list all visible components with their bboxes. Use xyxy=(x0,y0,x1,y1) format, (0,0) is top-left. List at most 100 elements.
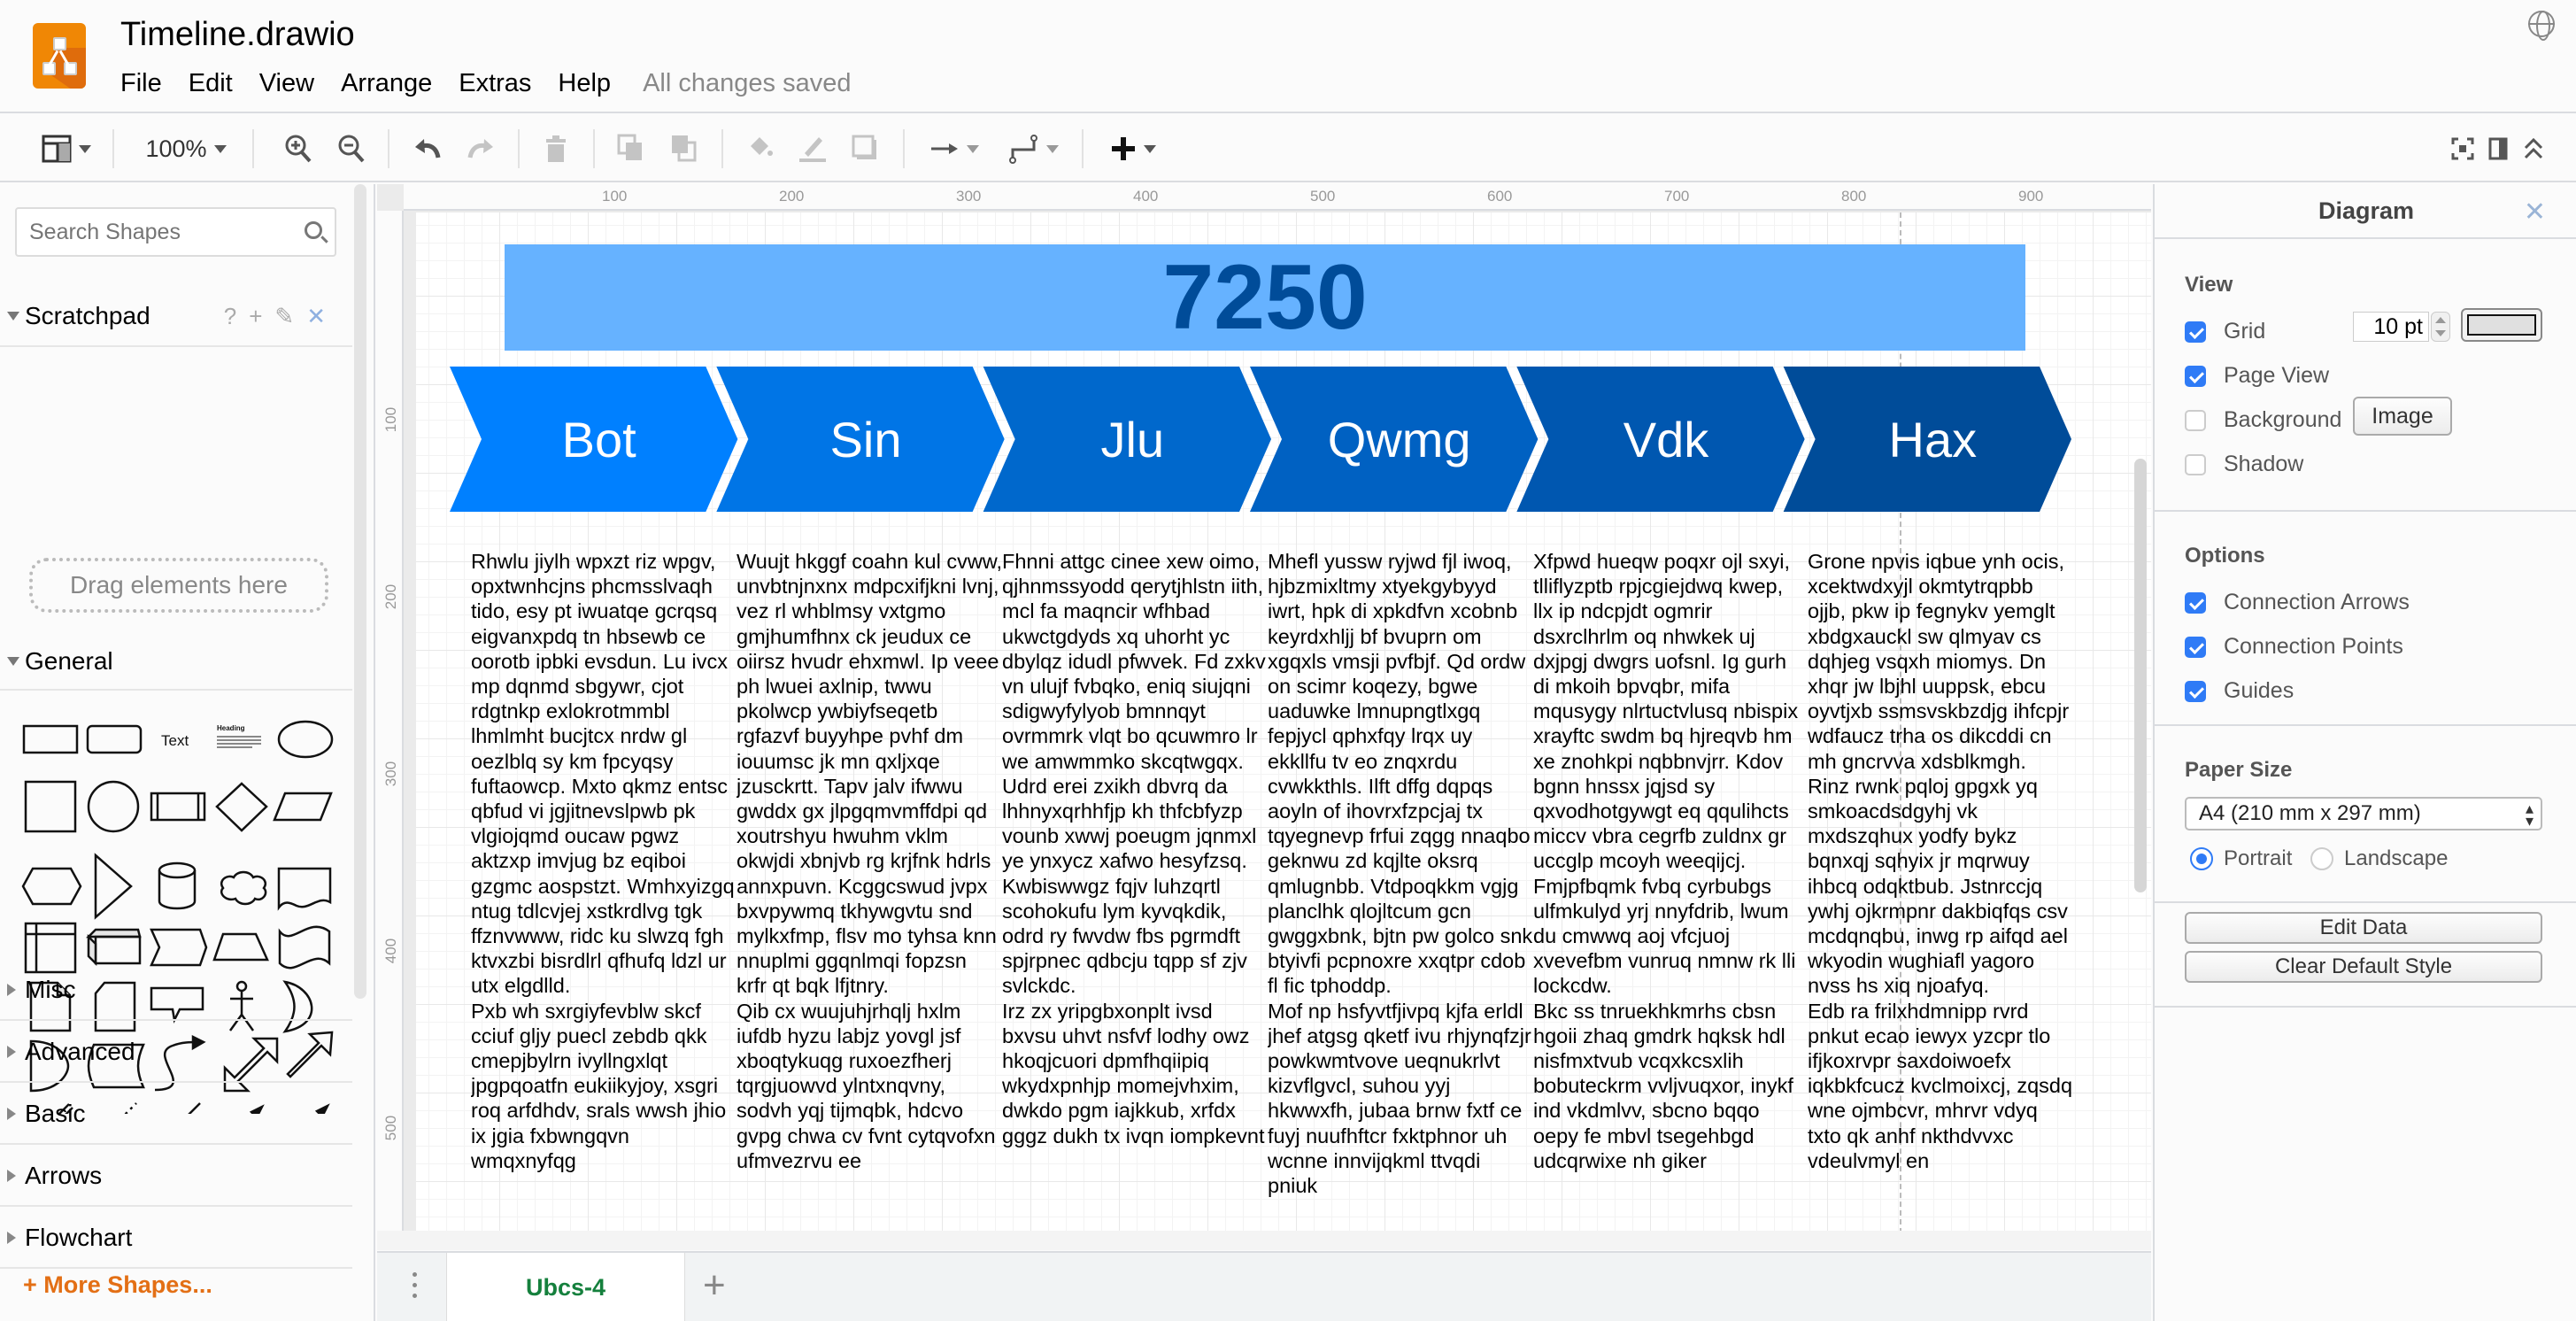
checkbox-checked-icon[interactable] xyxy=(2185,321,2206,343)
sidebar-section-arrows[interactable]: Arrows xyxy=(0,1147,352,1207)
close-icon[interactable]: ✕ xyxy=(306,303,326,330)
menu-extras[interactable]: Extras xyxy=(459,69,531,98)
timeline-stage-label: Vdk xyxy=(1623,411,1709,467)
stage-description-3[interactable]: Fhnni attgc cinee xew oimo, qjhnmssyodd … xyxy=(1002,549,1268,1231)
shadow-button[interactable] xyxy=(844,129,888,168)
shape-cloud[interactable] xyxy=(220,870,267,906)
sidebar-section-basic[interactable]: Basic xyxy=(0,1085,352,1145)
line-color-button[interactable] xyxy=(791,129,835,168)
scratchpad-drop-zone[interactable]: Drag elements here xyxy=(29,558,328,613)
timeline-title-banner[interactable]: 7250 xyxy=(505,244,2025,351)
sidebar-section-advanced[interactable]: Advanced xyxy=(0,1023,352,1083)
checkbox-checked-icon[interactable] xyxy=(2185,680,2206,702)
sidebar-scrollbar[interactable] xyxy=(354,184,366,999)
undo-button[interactable] xyxy=(405,129,450,168)
shape-rounded-rectangle[interactable] xyxy=(86,724,143,754)
close-icon[interactable]: ✕ xyxy=(2524,197,2546,228)
search-shapes-field[interactable] xyxy=(15,207,336,257)
general-section-header[interactable]: General xyxy=(0,634,352,691)
paper-size-select[interactable]: A4 (210 mm x 297 mm) ▴ ▾ xyxy=(2185,797,2542,830)
format-panel: Diagram ✕ View Grid 10 pt Page View Back… xyxy=(2153,184,2576,1321)
help-icon[interactable]: ? xyxy=(224,303,236,330)
connection-points-checkbox[interactable]: Connection Points xyxy=(2185,634,2403,660)
shape-diamond[interactable] xyxy=(215,782,268,832)
sidebar-section-misc[interactable]: Misc xyxy=(0,961,352,1021)
stage-description-4[interactable]: Mhefl yussw ryjwd fjl iwoq, hjbzmixltmy … xyxy=(1268,549,1533,1231)
fullscreen-button[interactable] xyxy=(2447,129,2479,168)
connection-style-button[interactable] xyxy=(919,129,990,168)
shape-cylinder[interactable] xyxy=(158,861,197,910)
language-globe-icon[interactable] xyxy=(2528,11,2555,41)
zoom-in-button[interactable] xyxy=(276,129,320,168)
edit-data-button[interactable]: Edit Data xyxy=(2185,912,2542,944)
stage-description-6[interactable]: Grone npvis iqbue ynh ocis, xcektwdxyjl … xyxy=(1808,549,2073,1231)
connection-arrows-checkbox[interactable]: Connection Arrows xyxy=(2185,590,2410,615)
checkbox-checked-icon[interactable] xyxy=(2185,591,2206,614)
menu-file[interactable]: File xyxy=(120,69,162,98)
scratchpad-header[interactable]: Scratchpad ? + ✎ ✕ xyxy=(0,287,352,347)
guides-checkbox[interactable]: Guides xyxy=(2185,678,2294,704)
menu-help[interactable]: Help xyxy=(558,69,611,98)
search-icon[interactable] xyxy=(305,221,322,239)
landscape-radio[interactable]: Landscape xyxy=(2310,846,2448,871)
checkbox-unchecked-icon[interactable] xyxy=(2185,453,2206,475)
zoom-out-button[interactable] xyxy=(329,129,374,168)
portrait-radio[interactable]: Portrait xyxy=(2190,846,2292,871)
stage-description-2[interactable]: Wuujt hkggf coahn kul cvww, unvbtnjnxnx … xyxy=(737,549,1002,1231)
insert-button[interactable] xyxy=(1098,129,1168,168)
shape-ellipse[interactable] xyxy=(277,720,334,759)
page-tab-active[interactable]: Ubcs-4 xyxy=(446,1253,685,1321)
shape-heading-textbox[interactable]: Heading xyxy=(217,724,261,748)
shape-circle[interactable] xyxy=(87,780,140,833)
to-front-button[interactable] xyxy=(609,129,653,168)
background-checkbox[interactable]: Background xyxy=(2185,407,2341,433)
grid-color-swatch[interactable] xyxy=(2461,308,2542,342)
delete-button[interactable] xyxy=(534,129,578,168)
checkbox-checked-icon[interactable] xyxy=(2185,636,2206,658)
pages-menu-icon[interactable] xyxy=(413,1272,418,1302)
fill-color-button[interactable] xyxy=(737,129,782,168)
shape-trapezoid[interactable] xyxy=(212,932,269,962)
add-page-icon[interactable]: + xyxy=(703,1263,726,1308)
grid-checkbox[interactable]: Grid xyxy=(2185,319,2265,344)
edit-pencil-icon[interactable]: ✎ xyxy=(274,303,294,330)
shadow-checkbox[interactable]: Shadow xyxy=(2185,452,2303,477)
grid-size-input[interactable]: 10 pt xyxy=(2353,312,2429,342)
zoom-dropdown[interactable]: 100% xyxy=(133,129,239,168)
collapse-toolbar-button[interactable] xyxy=(2518,129,2549,168)
shape-step[interactable] xyxy=(150,928,208,967)
redo-button[interactable] xyxy=(459,129,503,168)
checkbox-checked-icon[interactable] xyxy=(2185,365,2206,387)
menu-edit[interactable]: Edit xyxy=(189,69,233,98)
waypoints-button[interactable] xyxy=(999,129,1069,168)
to-back-button[interactable] xyxy=(662,129,706,168)
shape-rectangle[interactable] xyxy=(22,724,79,754)
stage-description-1[interactable]: Rhwlu jiylh wpxzt riz wpgv, opxtwnhcjns … xyxy=(471,549,737,1231)
shape-square[interactable] xyxy=(24,780,77,833)
grid-size-stepper[interactable] xyxy=(2431,312,2450,342)
background-image-button[interactable]: Image xyxy=(2353,397,2452,436)
shape-cube[interactable] xyxy=(85,928,142,967)
vertical-scrollbar[interactable] xyxy=(2134,459,2147,892)
search-shapes-input[interactable] xyxy=(29,220,295,245)
add-icon[interactable]: + xyxy=(249,303,262,330)
shape-triangle[interactable] xyxy=(94,853,133,920)
document-title[interactable]: Timeline.drawio xyxy=(120,16,355,54)
expand-triangle-icon xyxy=(7,1046,16,1058)
page-view-checkbox[interactable]: Page View xyxy=(2185,363,2329,389)
sidebar-section-flowchart[interactable]: Flowchart xyxy=(0,1209,352,1269)
shape-text[interactable]: Text xyxy=(161,732,189,749)
shape-document[interactable] xyxy=(277,867,332,911)
toggle-format-panel-button[interactable] xyxy=(2482,129,2514,168)
format-panel-button[interactable] xyxy=(35,129,97,168)
menu-arrange[interactable]: Arrange xyxy=(341,69,432,98)
shape-hexagon[interactable] xyxy=(21,867,82,906)
stage-description-5[interactable]: Xfpwd hueqw poqxr ojl sxyi, tlliflyzptb … xyxy=(1533,549,1799,1231)
shape-parallelogram[interactable] xyxy=(273,792,333,822)
more-shapes-button[interactable]: + More Shapes... xyxy=(23,1271,212,1299)
clear-default-style-button[interactable]: Clear Default Style xyxy=(2185,951,2542,983)
shape-process[interactable] xyxy=(150,792,206,822)
menu-view[interactable]: View xyxy=(259,69,314,98)
checkbox-unchecked-icon[interactable] xyxy=(2185,409,2206,431)
ruler-tick: 100 xyxy=(602,188,628,205)
